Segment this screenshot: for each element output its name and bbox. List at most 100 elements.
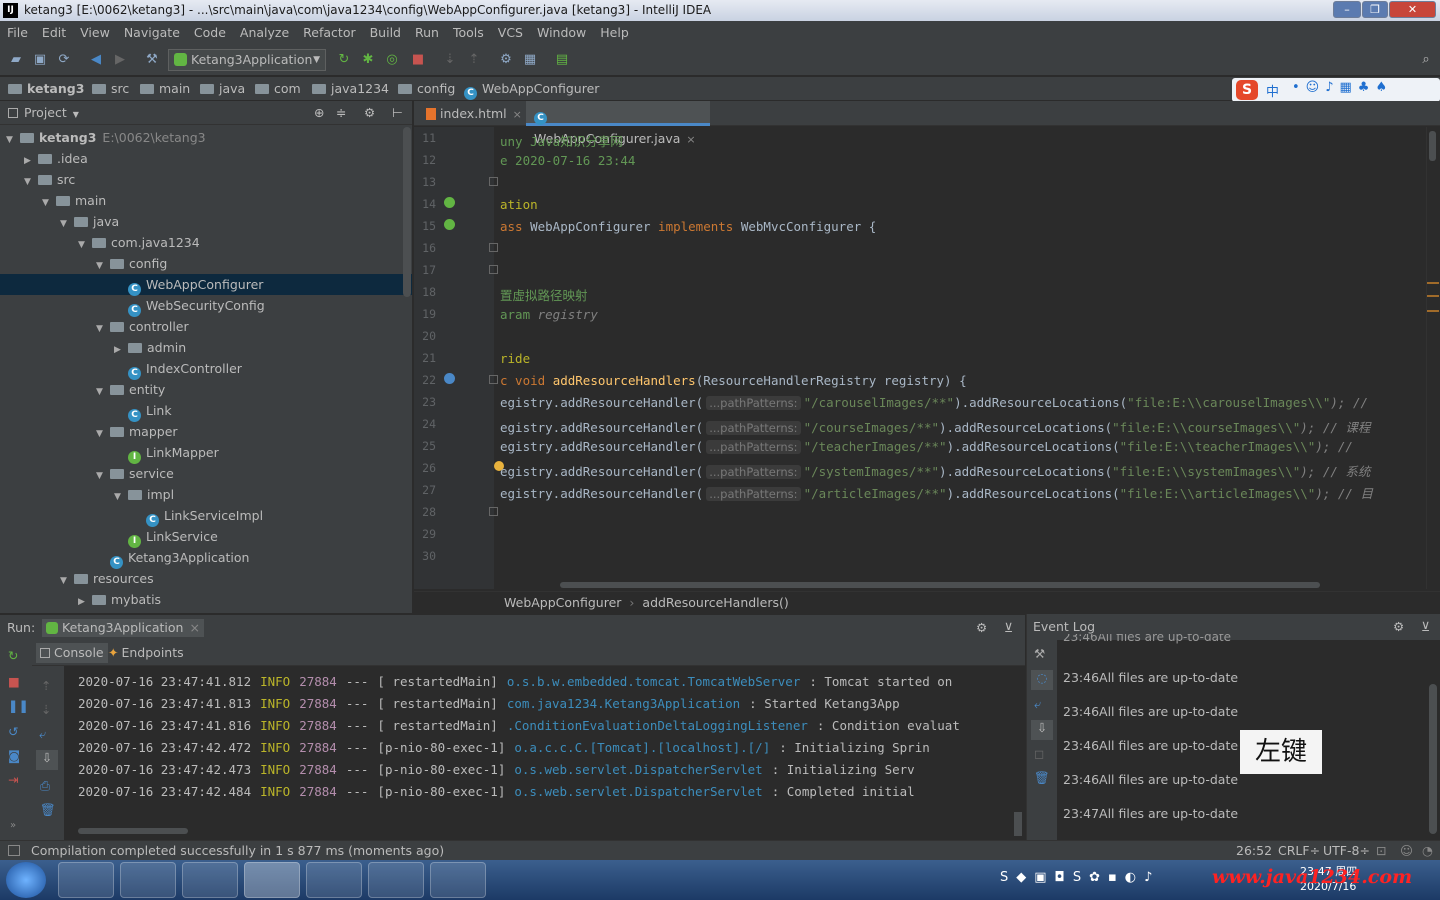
balloon-icon[interactable]: ◌ — [1031, 670, 1053, 690]
update-icon[interactable]: ⇣ — [442, 52, 458, 68]
tree-node[interactable]: ▼ impl — [0, 484, 412, 505]
tree-node[interactable]: ▼ entity — [0, 379, 412, 400]
editor-tab[interactable]: index.html × — [418, 101, 522, 126]
collapse-icon[interactable]: ≑ — [336, 101, 346, 125]
console-scrollbar[interactable] — [1014, 812, 1022, 836]
start-button[interactable] — [6, 862, 46, 898]
run-tab[interactable]: Ketang3Application × — [42, 619, 204, 637]
rerun-icon[interactable]: ↻ — [8, 648, 18, 663]
pause-icon[interactable]: ❚❚ — [8, 698, 29, 713]
taskbar-app-m[interactable] — [182, 862, 238, 898]
forward-icon[interactable]: ▶ — [112, 52, 128, 68]
wrench-icon[interactable]: ⚒ — [1034, 646, 1045, 661]
menu-item-window[interactable]: Window — [537, 25, 586, 40]
save-icon[interactable]: ▣ — [32, 52, 48, 68]
up-icon[interactable]: ⇡ — [41, 678, 51, 693]
minimize-button[interactable]: – — [1333, 1, 1361, 18]
line-separator[interactable]: CRLF÷ — [1278, 841, 1320, 861]
console-tab[interactable]: Console — [36, 643, 108, 663]
menu-item-analyze[interactable]: Analyze — [240, 25, 289, 40]
menu-item-refactor[interactable]: Refactor — [303, 25, 355, 40]
menu-item-view[interactable]: View — [80, 25, 110, 40]
tree-node[interactable]: ▼ controller — [0, 316, 412, 337]
tree-node[interactable]: I LinkService — [0, 526, 412, 548]
maximize-button[interactable]: ❐ — [1362, 1, 1388, 18]
taskbar-app-chrome[interactable] — [368, 862, 424, 898]
taskbar-app-explorer[interactable] — [306, 862, 362, 898]
scroll-end-icon[interactable]: ⇩ — [1031, 720, 1053, 740]
event-icon[interactable]: ◔ — [1422, 841, 1433, 861]
taskbar-app-qq[interactable] — [120, 862, 176, 898]
code-line[interactable]: c void addResourceHandlers(ResourceHandl… — [500, 373, 967, 388]
fold-icon[interactable] — [489, 375, 498, 384]
tree-node[interactable]: ▶ mybatis — [0, 589, 412, 610]
tree-node[interactable]: ▼ mapper — [0, 421, 412, 442]
close-button[interactable]: ✕ — [1389, 1, 1436, 18]
menu-item-vcs[interactable]: VCS — [498, 25, 523, 40]
menu-item-help[interactable]: Help — [600, 25, 629, 40]
tree-node[interactable]: ▼ config — [0, 253, 412, 274]
code-line[interactable]: ass WebAppConfigurer implements WebMvcCo… — [500, 219, 876, 234]
commit-icon[interactable]: ⇡ — [466, 52, 482, 68]
nav-crumb[interactable]: com — [255, 77, 301, 101]
editor-breadcrumb-item[interactable]: WebAppConfigurer — [504, 595, 621, 610]
nav-crumb[interactable]: java1234 — [312, 77, 389, 101]
event-scrollbar[interactable] — [1429, 684, 1437, 834]
code-line[interactable]: egistry.addResourceHandler(...pathPatter… — [500, 395, 1368, 410]
open-icon[interactable]: ▰ — [8, 52, 24, 68]
tree-node[interactable]: C IndexController — [0, 358, 412, 380]
hide-icon[interactable]: ⊻ — [1421, 614, 1430, 640]
tree-node[interactable]: ▼ com.java1234 — [0, 232, 412, 253]
ime-toolbar[interactable]: S 中 •☺♪▦♣♠ — [1232, 78, 1440, 102]
nav-crumb[interactable]: config — [398, 77, 455, 101]
down-icon[interactable]: ⇣ — [41, 702, 51, 717]
gear-icon[interactable]: ⚙ — [364, 101, 375, 125]
nav-crumb[interactable]: ketang3 — [8, 77, 84, 101]
tree-node[interactable]: ▶ admin — [0, 337, 412, 358]
gear-icon[interactable]: ⚙ — [1393, 614, 1404, 640]
editor-tab[interactable]: CWebAppConfigurer.java × — [526, 101, 710, 146]
fold-icon[interactable] — [489, 243, 498, 252]
chevron-down-icon[interactable]: ▼ — [73, 110, 79, 119]
run-config-dropdown[interactable]: Ketang3Application ▼ — [168, 49, 326, 71]
tree-node[interactable]: C Ketang3Application — [0, 547, 412, 569]
more-icon[interactable]: » — [10, 820, 16, 831]
tree-node[interactable]: C Link — [0, 400, 412, 422]
caret-position[interactable]: 26:52 — [1236, 841, 1272, 861]
project-scrollbar[interactable] — [403, 127, 411, 297]
menu-item-build[interactable]: Build — [370, 25, 401, 40]
chevron-right-icon[interactable]: ▶ — [78, 592, 92, 613]
implement-icon[interactable] — [444, 219, 455, 230]
tree-node[interactable]: C LinkServiceImpl — [0, 505, 412, 527]
lock-icon[interactable]: ⊡ — [1376, 841, 1386, 861]
code-line[interactable]: ride — [500, 351, 530, 366]
code-line[interactable]: e 2020-07-16 23:44 — [500, 153, 635, 168]
horizontal-scrollbar[interactable] — [560, 582, 1320, 588]
inspector-icon[interactable]: ☺ — [1400, 841, 1413, 861]
toggle-panels-icon[interactable] — [8, 845, 20, 856]
tree-node[interactable]: C WebSecurityConfig — [0, 295, 412, 317]
sdk-icon[interactable]: ▤ — [554, 52, 570, 68]
console-output[interactable]: 2020-07-16 23:47:41.812 INFO 27884 --- [ res… — [64, 666, 1025, 840]
trash-icon[interactable]: 🗑 — [1034, 770, 1050, 786]
fold-icon[interactable] — [489, 265, 498, 274]
build-icon[interactable]: ⚒ — [144, 52, 160, 68]
print-icon[interactable]: ⎙ — [40, 778, 50, 794]
code-line[interactable]: egistry.addResourceHandler(...pathPatter… — [500, 483, 1373, 502]
nav-crumb[interactable]: src — [92, 77, 129, 101]
menu-item-code[interactable]: Code — [194, 25, 226, 40]
taskbar-app-notes[interactable] — [430, 862, 486, 898]
tree-node[interactable]: C WebAppConfigurer — [0, 274, 412, 296]
trash-icon[interactable]: 🗑 — [40, 802, 56, 818]
menu-item-run[interactable]: Run — [415, 25, 439, 40]
code-line[interactable]: uny Java知识分享网 — [500, 131, 623, 150]
mark-read-icon[interactable]: ◻ — [1034, 746, 1044, 761]
code-line[interactable]: egistry.addResourceHandler(...pathPatter… — [500, 417, 1370, 436]
gear-icon[interactable]: ⚙ — [976, 615, 987, 641]
locate-icon[interactable]: ⊕ — [314, 101, 324, 125]
menu-item-file[interactable]: File — [7, 25, 28, 40]
file-encoding[interactable]: UTF-8÷ — [1323, 841, 1370, 861]
nav-crumb[interactable]: main — [140, 77, 190, 101]
console-hscrollbar[interactable] — [78, 828, 188, 834]
project-structure-icon[interactable]: ▦ — [522, 52, 538, 68]
